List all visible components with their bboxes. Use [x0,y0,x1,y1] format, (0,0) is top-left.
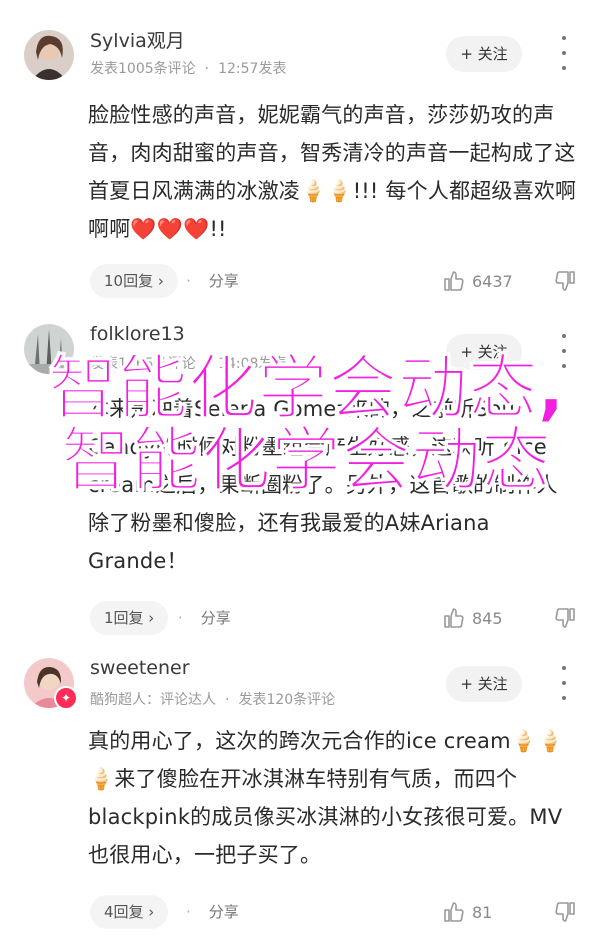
share-button[interactable]: · 分享 [186,895,239,929]
username[interactable]: Sylvia观月 [90,26,185,53]
share-button[interactable]: · 分享 [186,264,239,298]
thumbs-down-icon [555,271,575,291]
share-button[interactable]: · 分享 [178,601,231,635]
share-label: 分享 [208,903,239,921]
avatar[interactable] [24,30,74,80]
thumbs-down-icon [555,608,575,628]
comment-text: 本来是冲着Selena Gomez来的，之前听Sour Candy的时候对粉墨组… [88,397,558,573]
like-count: 845 [472,608,503,628]
more-options-icon[interactable] [554,666,574,700]
comment-text: 脸脸性感的声音，妮妮霸气的声音，莎莎奶攻的声音，肉肉甜蜜的声音，智秀清冷的声音一… [88,103,577,241]
avatar[interactable] [24,324,74,374]
timestamp: 12:57发表 [218,61,287,77]
verified-badge-icon: ✦ [54,686,78,710]
timestamp: 14:08发表 [218,356,287,372]
like-count: 81 [472,902,493,922]
like-button[interactable]: 81 [442,895,492,929]
reply-count-button[interactable]: 10回复 › [90,264,178,298]
more-options-icon[interactable] [554,36,574,70]
dislike-button[interactable] [553,601,577,635]
comment-count: 发表1165条评论 [90,356,196,372]
share-label: 分享 [200,609,231,627]
username[interactable]: sweetener [90,657,190,679]
follow-button[interactable]: + 关注 [446,36,522,72]
thumbs-up-icon [444,271,464,291]
comment-meta: 酷狗超人：评论达人 · 发表120条评论 [90,692,336,708]
like-count: 6437 [472,271,513,291]
thumbs-up-icon [444,902,464,922]
follow-button[interactable]: + 关注 [446,334,522,370]
user-level: 酷狗超人：评论达人 [90,692,216,708]
share-label: 分享 [208,272,239,290]
reply-count-button[interactable]: 1回复 › [90,601,169,635]
username[interactable]: folklore13 [90,323,185,345]
more-options-icon[interactable] [554,334,574,368]
comment-meta: 发表1005条评论 · 12:57发表 [90,61,287,77]
comment-meta: 发表1165条评论 · 14:08发表 [90,356,287,372]
like-button[interactable]: 845 [442,601,503,635]
dislike-button[interactable] [553,264,577,298]
like-button[interactable]: 6437 [442,264,513,298]
thumbs-down-icon [555,902,575,922]
reply-count-button[interactable]: 4回复 › [90,895,169,929]
dislike-button[interactable] [553,895,577,929]
comment-text: 真的用心了，这次的跨次元合作的ice cream🍦🍦🍦来了傻脸在开冰淇淋车特别有… [88,729,564,867]
comment-count: 发表120条评论 [238,692,336,708]
thumbs-up-icon [444,608,464,628]
comment-count: 发表1005条评论 [90,61,196,77]
follow-button[interactable]: + 关注 [446,666,522,702]
